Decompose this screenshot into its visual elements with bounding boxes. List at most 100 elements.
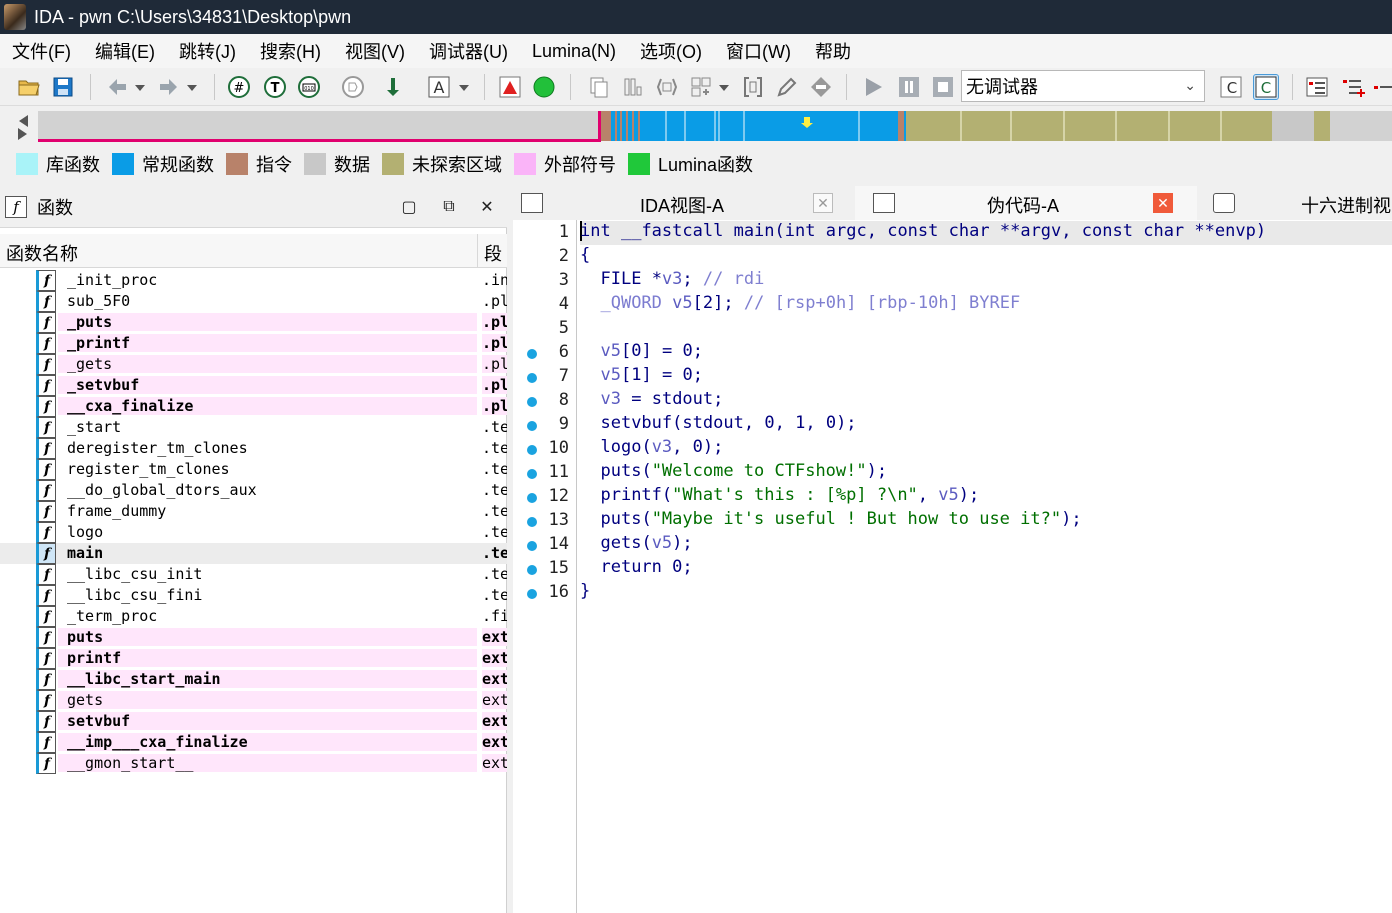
function-row[interactable]: f setvbuf extern	[0, 711, 507, 732]
menu-edit[interactable]: 编辑(E)	[83, 38, 167, 64]
c-refresh-icon[interactable]: C	[1253, 74, 1279, 100]
menu-file[interactable]: 文件(F)	[0, 38, 83, 64]
list-more-icon[interactable]	[1372, 74, 1392, 100]
function-row[interactable]: f __libc_csu_fini .text	[0, 585, 507, 606]
close-icon[interactable]: ✕	[1153, 193, 1173, 213]
function-row[interactable]: f deregister_tm_clones .text	[0, 438, 507, 459]
binary-icon[interactable]: 010	[296, 74, 322, 100]
breakpoint-dot[interactable]	[527, 469, 537, 479]
font-dropdown-icon[interactable]	[456, 74, 472, 100]
forward-dropdown-icon[interactable]	[184, 74, 200, 100]
function-row[interactable]: flogo .text	[0, 522, 507, 543]
breakpoint-dot[interactable]	[527, 589, 537, 599]
breakpoint-dot[interactable]	[527, 349, 537, 359]
function-row[interactable]: f sub_5F0 .plt	[0, 291, 507, 312]
function-row[interactable]: f _start .text	[0, 417, 507, 438]
stop-icon[interactable]	[930, 74, 956, 100]
breakpoint-dot[interactable]	[527, 373, 537, 383]
breakpoint-dot[interactable]	[527, 541, 537, 551]
code-line[interactable]: }	[580, 581, 590, 605]
hash-icon[interactable]: #	[226, 74, 252, 100]
code-line[interactable]: {	[580, 245, 590, 269]
code-line[interactable]: v5[0] = 0;	[580, 341, 702, 365]
breakpoint-dot[interactable]	[527, 493, 537, 503]
breakpoint-dot[interactable]	[527, 565, 537, 575]
function-row[interactable]: f __gmon_start__ extern	[0, 753, 507, 774]
code-line[interactable]: puts("Maybe it's useful ! But how to use…	[580, 509, 1081, 533]
function-row[interactable]: f __cxa_finalize .plt	[0, 396, 507, 417]
function-row[interactable]: f _gets .plt	[0, 354, 507, 375]
back-arrow-icon[interactable]	[104, 74, 130, 100]
column-function-name[interactable]: 函数名称	[6, 240, 78, 266]
menu-options[interactable]: 选项(O)	[628, 38, 714, 64]
column-divider[interactable]	[477, 234, 478, 268]
menu-help[interactable]: 帮助	[803, 38, 863, 64]
code-line[interactable]: FILE *v3; // rdi	[580, 269, 764, 293]
function-row[interactable]: f __imp___cxa_finalize extern	[0, 732, 507, 753]
function-row[interactable]: f _puts .plt	[0, 312, 507, 333]
forward-arrow-icon[interactable]	[156, 74, 182, 100]
stop-triangle-icon[interactable]	[497, 74, 523, 100]
function-row[interactable]: f __do_global_dtors_aux .text	[0, 480, 507, 501]
function-row[interactable]: f __libc_csu_init .text	[0, 564, 507, 585]
breakpoint-dot[interactable]	[527, 397, 537, 407]
code-line[interactable]: printf("What's this : [%p] ?\n", v5);	[580, 485, 979, 509]
code-line[interactable]: _QWORD v5[2]; // [rsp+0h] [rbp-10h] BYRE…	[580, 293, 1020, 317]
text-icon[interactable]: T	[262, 74, 288, 100]
edit-pencil-icon[interactable]	[774, 74, 800, 100]
list-add-icon[interactable]	[1340, 74, 1366, 100]
code-line[interactable]: puts("Welcome to CTFshow!");	[580, 461, 887, 485]
back-dropdown-icon[interactable]	[132, 74, 148, 100]
breakpoint-dot[interactable]	[527, 445, 537, 455]
pseudocode-view[interactable]: 1 2 3 4 5 6 7 8 9 10 11 12 13 14 15 16 int __fastcall m…	[513, 220, 1392, 913]
function-row[interactable]: f _setvbuf .plt	[0, 375, 507, 396]
function-row[interactable]: f __libc_start_main extern	[0, 669, 507, 690]
tab-ida-view[interactable]: IDA视图-A ✕	[513, 186, 853, 220]
close-icon[interactable]: ✕	[476, 196, 498, 218]
breakpoint-dot[interactable]	[527, 517, 537, 527]
column-segment[interactable]: 段	[484, 240, 502, 266]
function-row[interactable]: f _printf .plt	[0, 333, 507, 354]
menu-lumina[interactable]: Lumina(N)	[520, 41, 628, 62]
code-line[interactable]: v3 = stdout;	[580, 389, 723, 413]
breakpoint-dot[interactable]	[527, 421, 537, 431]
save-icon[interactable]	[50, 74, 76, 100]
function-row[interactable]: f _init_proc .init	[0, 270, 507, 291]
code-line[interactable]: int __fastcall main(int argc, const char…	[580, 221, 1392, 245]
jump-down-icon[interactable]	[382, 74, 408, 100]
copy-icon[interactable]	[586, 74, 612, 100]
diamond-icon[interactable]	[808, 74, 834, 100]
function-row[interactable]: f register_tm_clones .text	[0, 459, 507, 480]
function-row[interactable]: fgets extern	[0, 690, 507, 711]
menu-debugger[interactable]: 调试器(U)	[417, 38, 520, 64]
menu-search[interactable]: 搜索(H)	[248, 38, 333, 64]
restore-icon[interactable]: ⧉	[438, 196, 460, 218]
c-pseudocode-icon[interactable]: C	[1218, 74, 1244, 100]
segments-icon[interactable]	[620, 74, 646, 100]
function-row[interactable]: f frame_dummy .text	[0, 501, 507, 522]
nav-arrows-icon[interactable]	[16, 112, 30, 142]
maximize-icon[interactable]: ▢	[398, 196, 420, 218]
convert-icon[interactable]	[340, 74, 366, 100]
bracket-icon[interactable]	[740, 74, 766, 100]
list-icon[interactable]	[1304, 74, 1330, 100]
open-folder-icon[interactable]	[16, 74, 42, 100]
function-row[interactable]: fmain .text	[0, 543, 507, 564]
navigation-strip[interactable]	[38, 111, 1392, 143]
pause-icon[interactable]	[896, 74, 922, 100]
menu-jump[interactable]: 跳转(J)	[167, 38, 248, 64]
code-line[interactable]: setvbuf(stdout, 0, 1, 0);	[580, 413, 856, 437]
structures-icon[interactable]	[654, 74, 680, 100]
tab-hex-view[interactable]: 十六进制视	[1199, 186, 1392, 220]
green-circle-icon[interactable]	[531, 74, 557, 100]
add-struct-icon[interactable]	[688, 74, 714, 100]
tab-pseudocode[interactable]: 伪代码-A ✕	[855, 186, 1197, 220]
debugger-select[interactable]: 无调试器 ⌄	[961, 70, 1205, 102]
function-row[interactable]: fputs extern	[0, 627, 507, 648]
code-line[interactable]: v5[1] = 0;	[580, 365, 702, 389]
struct-dropdown-icon[interactable]	[716, 74, 732, 100]
code-line[interactable]: gets(v5);	[580, 533, 692, 557]
close-icon[interactable]: ✕	[813, 193, 833, 213]
menu-view[interactable]: 视图(V)	[333, 38, 417, 64]
code-line[interactable]: logo(v3, 0);	[580, 437, 723, 461]
